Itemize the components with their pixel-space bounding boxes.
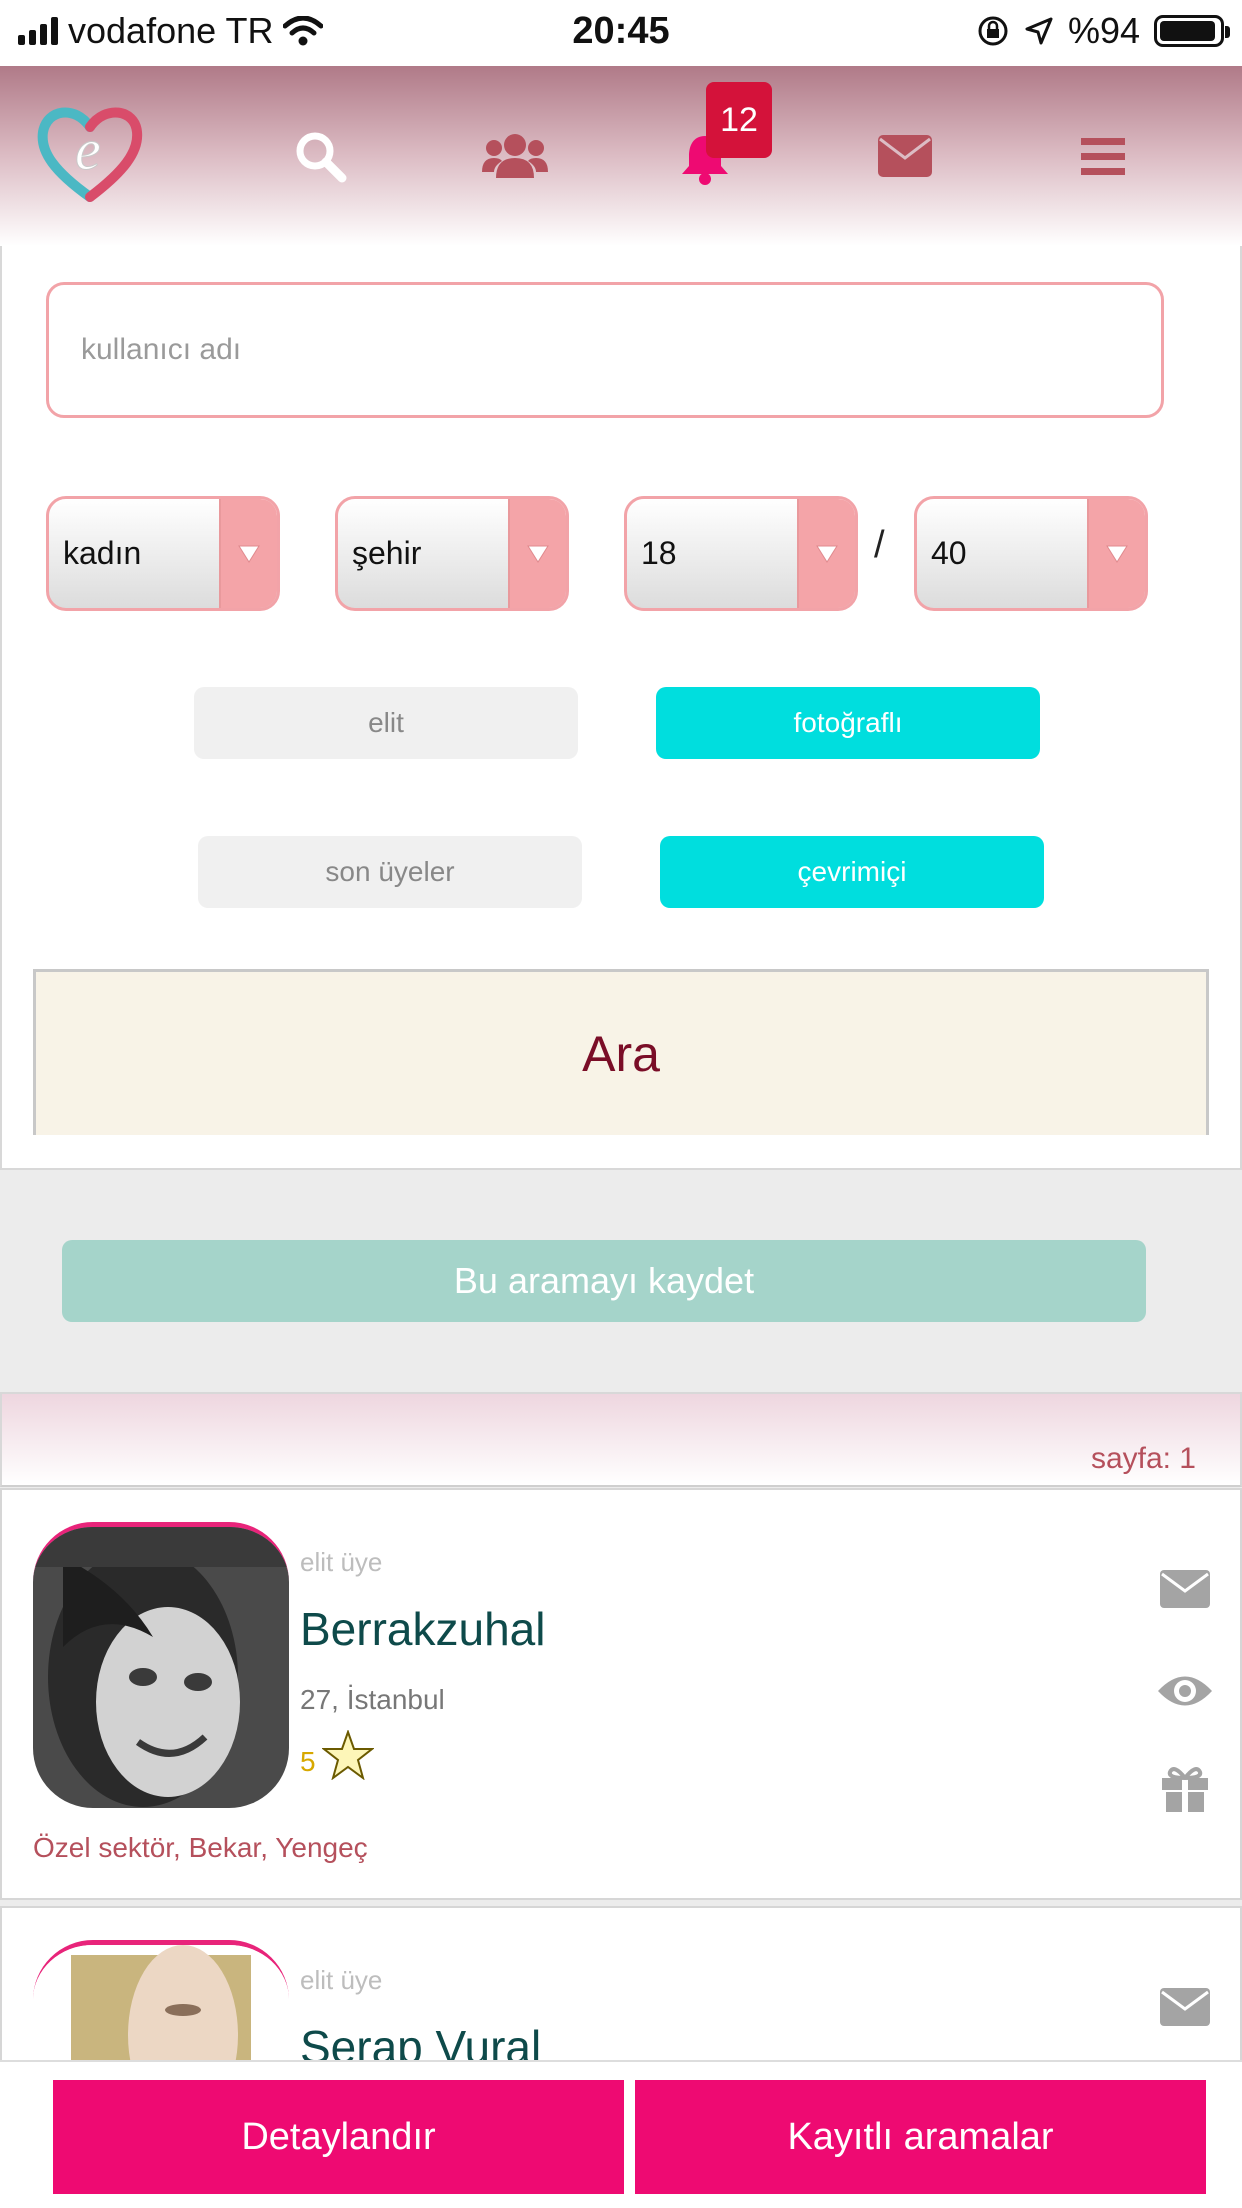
results-header (0, 1392, 1242, 1487)
filter-new-members[interactable]: son üyeler (198, 836, 582, 908)
nav-search[interactable] (270, 66, 370, 246)
member-score: 5 (300, 1730, 374, 1780)
users-icon (482, 134, 548, 178)
member-tag: elit üye (300, 1547, 383, 1577)
age-min-select[interactable]: 18 (624, 496, 858, 611)
age-max-select[interactable]: 40 (914, 496, 1148, 611)
save-search-button[interactable]: Bu aramayı kaydet (62, 1240, 1146, 1322)
member-tag: elit üye (300, 1965, 383, 1995)
gender-value: kadın (63, 535, 142, 571)
gift-button[interactable] (1160, 1764, 1210, 1819)
saved-searches-button[interactable]: Kayıtlı aramalar (635, 2080, 1206, 2194)
message-button[interactable] (1160, 1988, 1210, 2031)
member-age-city: 27, İstanbul (300, 1684, 445, 1715)
search-button[interactable]: Ara (33, 969, 1209, 1135)
avatar-photo (33, 1527, 289, 1808)
username-input[interactable] (46, 282, 1164, 418)
logo[interactable]: e (30, 66, 150, 246)
member-info: Özel sektör, Bekar, Yengeç (33, 1832, 368, 1863)
battery-icon (1154, 15, 1230, 47)
refine-button[interactable]: Detaylandır (53, 2080, 624, 2194)
envelope-icon (1160, 1570, 1210, 1608)
status-bar: vodafone TR 20:45 %94 (0, 0, 1242, 66)
envelope-icon (878, 135, 932, 177)
top-nav: e (0, 66, 1242, 246)
heart-logo-icon: e (37, 107, 143, 202)
filter-online[interactable]: çevrimiçi (660, 836, 1044, 908)
age-min-value: 18 (641, 535, 677, 571)
nav-messages[interactable] (860, 66, 950, 246)
svg-text:e: e (75, 117, 101, 182)
city-value: şehir (352, 535, 422, 571)
gift-icon (1162, 1767, 1208, 1812)
chevron-down-icon (797, 499, 855, 608)
orientation-lock-icon (978, 16, 1008, 46)
city-select[interactable]: şehir (335, 496, 569, 611)
avatar[interactable] (33, 1522, 289, 1808)
chevron-down-icon (219, 499, 277, 608)
location-icon (1025, 17, 1053, 45)
status-right: %94 (976, 10, 1230, 52)
age-max-value: 40 (931, 535, 967, 571)
eye-icon (1158, 1676, 1212, 1706)
message-button[interactable] (1160, 1570, 1210, 1613)
member-name[interactable]: Berrakzuhal (300, 1602, 545, 1656)
chevron-down-icon (1087, 499, 1145, 608)
nav-menu[interactable] (1055, 66, 1151, 246)
star-icon (321, 1730, 374, 1780)
nav-members[interactable] (470, 66, 560, 246)
view-profile-button[interactable] (1156, 1670, 1214, 1717)
filter-photo[interactable]: fotoğraflı (656, 687, 1040, 759)
chevron-down-icon (508, 499, 566, 608)
page-number: sayfa: 1 (1090, 1442, 1196, 1475)
score-value: 5 (300, 1746, 316, 1777)
battery-percent: %94 (1067, 10, 1140, 51)
menu-icon (1081, 138, 1125, 175)
filter-elit[interactable]: elit (194, 687, 578, 759)
age-separator: / (874, 524, 885, 566)
envelope-icon (1160, 1988, 1210, 2026)
gender-select[interactable]: kadın (46, 496, 280, 611)
notification-badge: 12 (706, 82, 772, 158)
search-icon (296, 132, 347, 183)
